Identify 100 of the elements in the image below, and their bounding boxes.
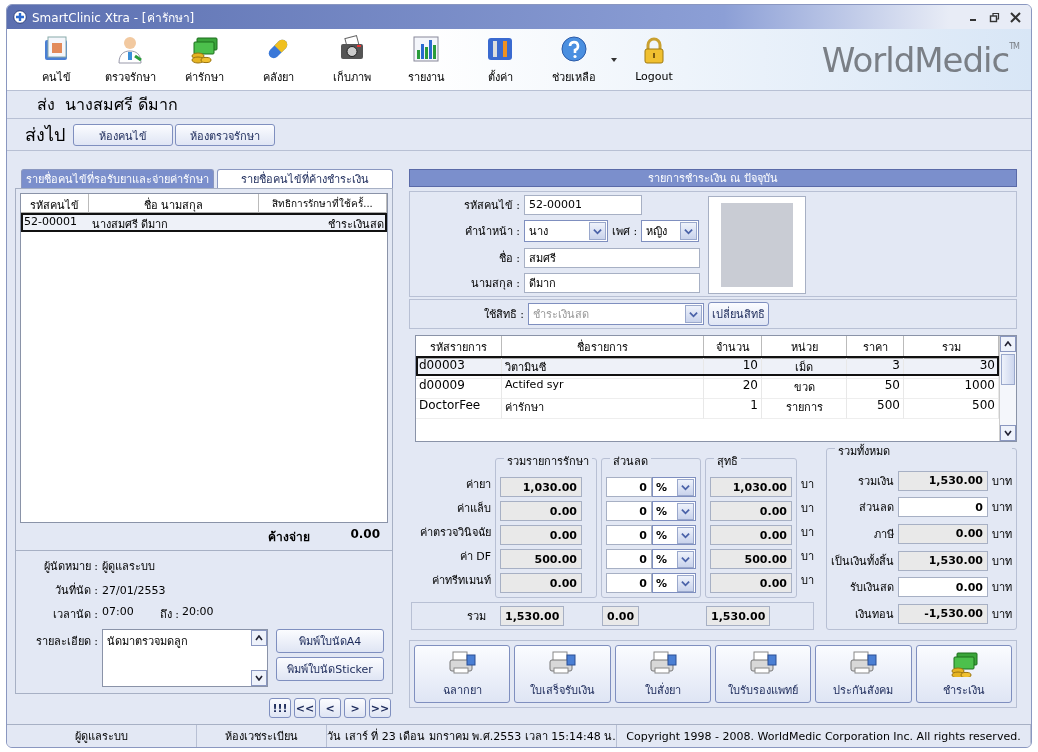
amount-field[interactable]: 0.00 [602,606,640,626]
patient-code-field[interactable]: 52-00001 [524,194,642,215]
scroll-down-icon[interactable] [255,675,263,681]
bar-chart-icon [411,33,441,64]
amount-field[interactable]: 500.00 [500,549,582,569]
amount-field[interactable]: 1,030.00 [710,477,792,497]
nav-button[interactable]: > [344,698,366,718]
amount-field[interactable]: 1,530.00 [898,550,988,571]
room-button[interactable]: ห้องตรวจรักษา [175,123,275,146]
table-row[interactable]: 52-00001 นางสมศรี ดีมาก ชำระเงินสด [21,213,387,232]
print-button[interactable]: พิมพ์ใบนัดSticker [276,657,384,681]
action-button[interactable]: ชำระเงิน [915,645,1012,703]
chevron-down-icon[interactable] [681,482,690,492]
action-button[interactable]: ใบสั่งยา [614,645,711,703]
chevron-down-icon[interactable] [681,578,690,588]
table-row[interactable]: d00009 Actifed syr 20 ขวด 50 1000 [416,376,999,396]
toolbar-button[interactable]: Logout [617,34,691,85]
table-cell: Actifed syr [502,376,704,399]
amount-field[interactable]: -1,530.00 [898,603,988,624]
last-name-field[interactable]: ดีมาก [524,273,700,294]
unit-dropdown[interactable]: % [652,573,696,593]
nav-button[interactable]: >> [369,698,391,718]
toolbar-button[interactable]: ตั้งค่า [463,31,537,88]
table-cell: วิตามินซี [502,356,704,379]
toolbar-button[interactable]: รายงาน [389,31,463,88]
table-row[interactable]: d00003 วิตามินซี 10 เม็ด 3 30 [416,356,999,376]
toolbar-button[interactable]: ค่ารักษา [167,31,241,88]
row-label: ค่าแล็บ [456,500,491,517]
tab[interactable]: รายชื่อคนไข้ที่ค้างชำระเงิน [217,169,393,188]
restore-icon[interactable] [989,11,1000,23]
discount-field[interactable]: 0 [606,573,652,593]
nav-button[interactable]: < [319,698,341,718]
scroll-up-icon[interactable] [1004,341,1012,347]
amount-field[interactable]: 0.00 [500,501,582,521]
unit-dropdown[interactable]: % [652,525,696,545]
field-label: รายละเอียด : [34,634,98,650]
printer-icon [547,649,578,677]
chevron-down-icon[interactable] [681,506,690,516]
amount-field[interactable]: 1,530.00 [898,470,988,491]
currency-label: บาท [992,606,1012,623]
amount-field[interactable]: 0.00 [898,523,988,544]
action-button[interactable]: ใบรับรองแพทย์ [715,645,812,703]
caret-icon[interactable] [611,57,617,62]
amount-field[interactable]: 500.00 [710,549,792,569]
print-button[interactable]: พิมพ์ใบนัดA4 [276,629,384,653]
action-button[interactable]: ฉลากยา [414,645,511,703]
table-cell-text: 52-00001 [23,214,78,230]
discount-field[interactable]: 0 [606,525,652,545]
action-button[interactable]: ประกันสังคม [815,645,912,703]
discount-field[interactable]: 0 [606,549,652,569]
action-button[interactable]: ใบเสร็จรับเงิน [514,645,611,703]
currency-label: บา [801,525,814,541]
close-icon[interactable] [1010,11,1021,23]
field-label: ผู้นัดหมาย : [42,559,98,575]
currency-label: บาท [992,580,1012,597]
amount-field[interactable]: 0 [898,497,988,518]
change-coverage-button[interactable]: เปลี่ยนสิทธิ [708,302,769,326]
amount-field[interactable]: 0.00 [500,525,582,545]
chevron-down-icon[interactable] [593,226,602,236]
toolbar-button[interactable]: ตรวจรักษา [93,31,167,88]
amount-field[interactable]: 0.00 [500,573,582,593]
scroll-down-icon[interactable] [1004,430,1012,436]
chevron-down-icon[interactable] [684,226,694,236]
unit-dropdown[interactable]: % [652,477,696,497]
unit-dropdown[interactable]: % [652,501,696,521]
room-button[interactable]: ห้องคนไข้ [73,123,173,146]
discount-field[interactable]: 0 [606,501,652,521]
printer-icon [647,649,678,677]
toolbar-button[interactable]: คนไข้ [19,31,93,88]
status-text: ผู้ดูแลระบบ [7,725,197,747]
unit-dropdown[interactable]: % [652,549,696,569]
detail-textarea[interactable]: นัดมาตรวจมดลูก [102,629,268,687]
amount-field[interactable]: 1,530.00 [500,606,565,626]
amount-field[interactable]: 0.00 [898,577,988,598]
amount-field[interactable]: 1,030.00 [500,477,582,497]
field-value: ผู้ดูแลระบบ [102,559,156,575]
scroll-thumb[interactable] [1001,354,1015,385]
toolbar-button[interactable]: ช่วยเหลือ [537,31,611,88]
scroll-up-icon[interactable] [255,635,263,641]
amount-field[interactable]: 0.00 [710,573,792,593]
currency-label: บา [801,549,814,565]
first-name-field[interactable]: สมศรี [524,247,700,268]
discount-field[interactable]: 0 [606,477,652,497]
chevron-down-icon[interactable] [681,554,690,564]
row-label: รวม [466,609,486,625]
prefix-dropdown[interactable]: นาง [524,220,608,243]
nav-button[interactable]: !!! [269,698,291,718]
toolbar-button[interactable]: คลังยา [241,31,315,88]
field-label: เวลานัด : [51,607,98,623]
status-text: ห้องเวชระเบียน [197,725,327,747]
chevron-down-icon[interactable] [681,530,690,540]
amount-field[interactable]: 0.00 [710,501,792,521]
row-label: ค่า DF [458,549,491,565]
sex-dropdown[interactable]: หญิง [641,220,700,243]
toolbar-button[interactable]: เก็บภาพ [315,31,389,88]
amount-field[interactable]: 1,530.00 [706,606,771,626]
amount-field[interactable]: 0.00 [710,525,792,545]
nav-button[interactable]: << [294,698,316,718]
table-row[interactable]: DoctorFee ค่ารักษา 1 รายการ 500 500 [416,396,999,416]
currency-label: บาท [992,553,1012,570]
